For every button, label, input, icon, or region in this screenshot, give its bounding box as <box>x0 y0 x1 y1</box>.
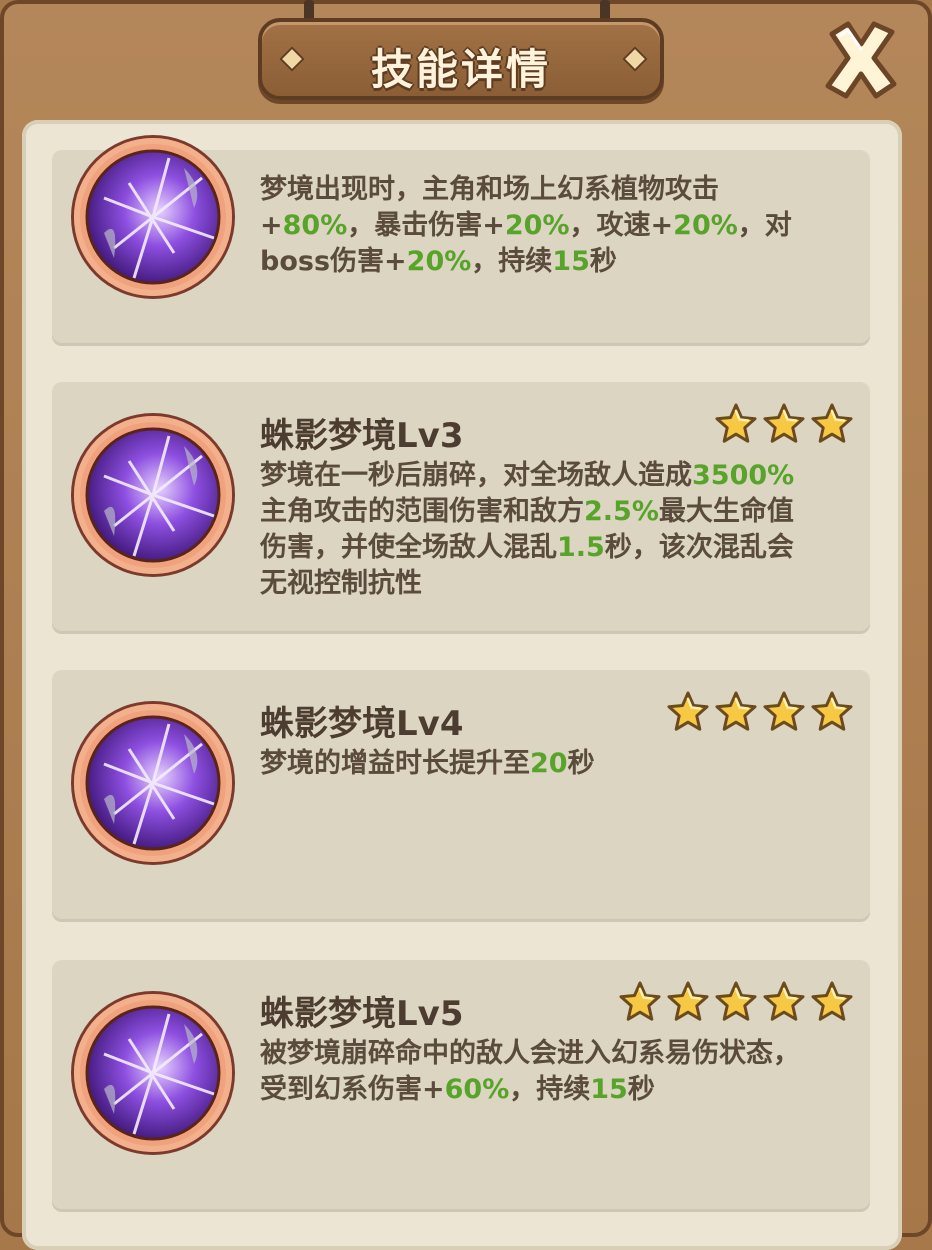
close-icon <box>825 21 897 99</box>
highlight-value: 2.5% <box>584 496 659 527</box>
skill-name: 蛛影梦境Lv4 <box>260 704 464 744</box>
star-rating <box>710 402 854 446</box>
highlight-value: 60% <box>444 1074 510 1105</box>
star-rating <box>662 690 854 734</box>
title-banner: 技能详情 <box>258 18 664 100</box>
description-text: 秒 <box>567 748 595 779</box>
skill-card: 梦境出现时，主角和场上幻系植物攻击+80%，暴击伤害+20%，攻速+20%，对b… <box>52 138 870 346</box>
star-icon <box>811 691 853 731</box>
description-text: ，持续 <box>471 246 553 277</box>
skill-card: 蛛影梦境Lv4 梦境的增益时长提升至20秒 <box>52 670 870 922</box>
description-text: 梦境在一秒后崩碎，对全场敌人造成 <box>260 460 692 491</box>
description-text: ，持续 <box>509 1074 591 1105</box>
description-text: ，攻速+ <box>569 210 674 241</box>
skill-description: 梦境的增益时长提升至20秒 <box>260 746 820 782</box>
skill-description: 被梦境崩碎命中的敌人会进入幻系易伤状态，受到幻系伤害+60%，持续15秒 <box>260 1036 820 1108</box>
highlight-value: 20 <box>530 748 568 779</box>
star-icon <box>619 981 661 1021</box>
highlight-value: 20% <box>406 246 472 277</box>
dialog-title: 技能详情 <box>370 45 551 94</box>
star-icon <box>715 403 757 443</box>
highlight-value: 3500% <box>692 460 795 491</box>
skill-description: 梦境出现时，主角和场上幻系植物攻击+80%，暴击伤害+20%，攻速+20%，对b… <box>260 172 820 280</box>
description-text: 秒 <box>627 1074 655 1105</box>
skill-icon <box>74 138 232 296</box>
highlight-value: 20% <box>504 210 570 241</box>
close-button[interactable] <box>818 16 904 102</box>
description-text: 主角攻击的范围伤害和敌方 <box>260 496 584 527</box>
star-icon <box>715 981 757 1021</box>
star-rating <box>614 980 854 1024</box>
star-icon <box>811 981 853 1021</box>
skill-card: 蛛影梦境Lv5 被梦境崩碎命中的敌人会进入幻系易伤状态，受到幻系伤害+60%，持… <box>52 960 870 1212</box>
skill-card: 蛛影梦境Lv3 梦境在一秒后崩碎，对全场敌人造成3500% 主角攻击的范围伤害和敌… <box>52 382 870 634</box>
spider-dream-icon <box>85 715 221 851</box>
star-icon <box>715 691 757 731</box>
spider-dream-icon <box>85 1005 221 1141</box>
skill-icon <box>74 994 232 1152</box>
highlight-value: 15 <box>590 1074 628 1105</box>
skill-name: 蛛影梦境Lv3 <box>260 416 464 456</box>
star-icon <box>763 981 805 1021</box>
skill-name: 蛛影梦境Lv5 <box>260 994 464 1034</box>
star-icon <box>763 403 805 443</box>
description-text: 秒 <box>589 246 617 277</box>
highlight-value: 1.5 <box>557 532 605 563</box>
spider-dream-icon <box>85 149 221 285</box>
star-icon <box>667 691 709 731</box>
star-icon <box>763 691 805 731</box>
spider-dream-icon <box>85 427 221 563</box>
skill-icon <box>74 704 232 862</box>
description-text: ，暴击伤害+ <box>347 210 505 241</box>
description-text: 梦境的增益时长提升至 <box>260 748 530 779</box>
star-icon <box>667 981 709 1021</box>
skill-description: 梦境在一秒后崩碎，对全场敌人造成3500%主角攻击的范围伤害和敌方2.5%最大生… <box>260 458 820 602</box>
highlight-value: 80% <box>282 210 348 241</box>
highlight-value: 20% <box>673 210 738 241</box>
skill-icon <box>74 416 232 574</box>
highlight-value: 15 <box>552 246 590 277</box>
star-icon <box>811 403 853 443</box>
